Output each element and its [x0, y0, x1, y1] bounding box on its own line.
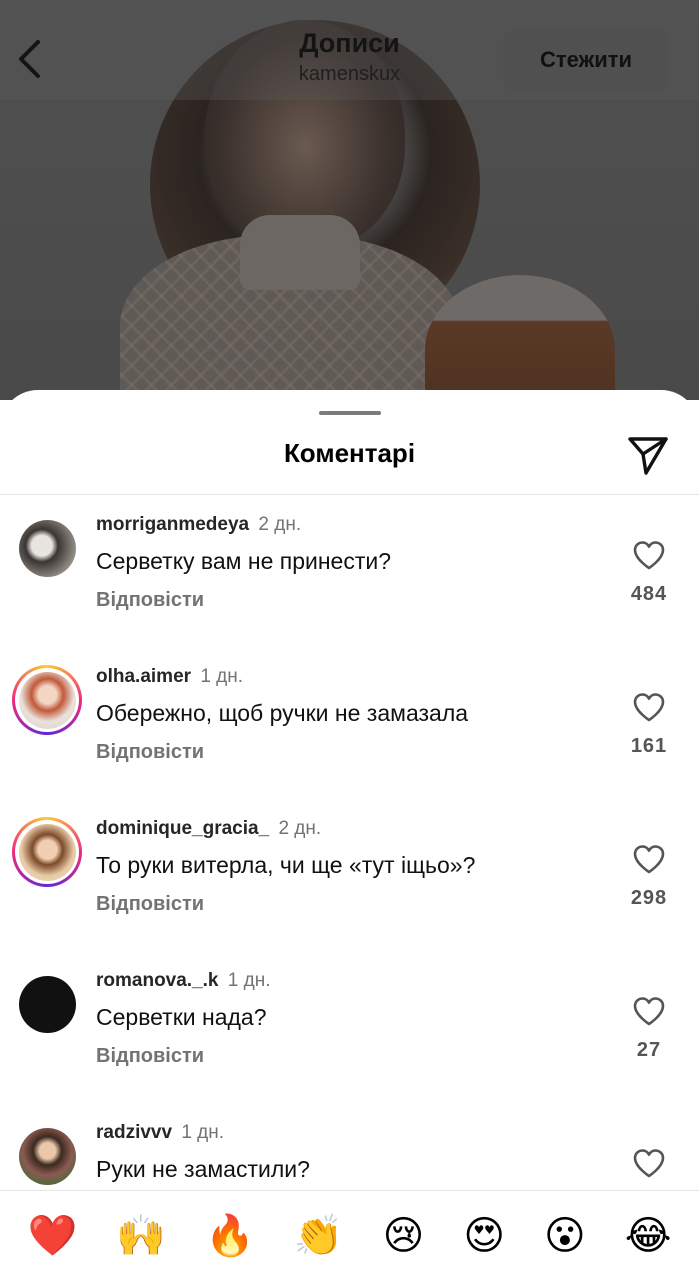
avatar-image: [18, 519, 76, 577]
avatar-image: [18, 823, 76, 881]
comment-meta: romanova._.k 1 дн.: [96, 969, 606, 993]
avatar[interactable]: [12, 969, 82, 1039]
comment-text: То руки витерла, чи ще «тут іщьо»?: [96, 852, 476, 878]
emoji-reaction-bar: ❤️ 🙌 🔥 👏 😢 😍 😮 😂: [0, 1190, 699, 1280]
comment-item: romanova._.k 1 дн. Серветки нада? Відпов…: [0, 951, 699, 1103]
fire-emoji[interactable]: 🔥: [205, 1216, 255, 1256]
comments-list: morriganmedeya 2 дн. Серветку вам не при…: [0, 495, 699, 1255]
comments-sheet: Коментарі morriganmedeya 2 дн. Серветку …: [0, 390, 699, 1280]
comment-body: olha.aimer 1 дн. Обережно, щоб ручки не …: [96, 665, 606, 764]
reply-button[interactable]: Відповісти: [96, 893, 606, 916]
heart-icon[interactable]: [632, 995, 666, 1027]
comment-text: Серветки нада?: [96, 1004, 267, 1030]
comment-item: dominique_gracia_ 2 дн. То руки витерла,…: [0, 799, 699, 951]
reply-button[interactable]: Відповісти: [96, 741, 606, 764]
comment-username[interactable]: morriganmedeya: [96, 514, 249, 535]
like-count: 161: [630, 735, 668, 757]
like-block: 484: [620, 539, 678, 606]
surprised-face-emoji[interactable]: 😮: [544, 1216, 586, 1256]
reply-button[interactable]: Відповісти: [96, 1045, 606, 1068]
like-block: 298: [620, 843, 678, 910]
avatar-story-ring[interactable]: [12, 817, 82, 887]
send-icon: [628, 437, 668, 475]
like-block: 161: [620, 691, 678, 758]
reply-button[interactable]: Відповісти: [96, 589, 606, 612]
comment-body: radzivvv 1 дн. Руки не замастили?: [96, 1121, 606, 1184]
photo-collar: [240, 215, 360, 290]
comment-item: olha.aimer 1 дн. Обережно, щоб ручки не …: [0, 647, 699, 799]
tears-of-joy-emoji[interactable]: 😂: [625, 1216, 672, 1256]
like-count: 298: [630, 887, 668, 909]
follow-button[interactable]: Стежити: [503, 29, 669, 91]
comment-body: romanova._.k 1 дн. Серветки нада? Відпов…: [96, 969, 606, 1068]
comment-time: 2 дн.: [278, 818, 322, 839]
heart-eyes-emoji[interactable]: 😍: [463, 1216, 505, 1256]
avatar-image: [18, 1127, 76, 1185]
raising-hands-emoji[interactable]: 🙌: [116, 1216, 166, 1256]
avatar-image: [18, 975, 76, 1033]
comment-username[interactable]: radzivvv: [96, 1122, 172, 1143]
sheet-header: Коментарі: [0, 390, 699, 495]
like-block: 27: [620, 995, 678, 1062]
drag-handle[interactable]: [319, 411, 381, 415]
like-count: 27: [636, 1039, 662, 1061]
photo-easter-cake: [425, 275, 615, 400]
comment-meta: olha.aimer 1 дн.: [96, 665, 606, 689]
avatar[interactable]: [12, 1121, 82, 1191]
heart-icon[interactable]: [632, 843, 666, 875]
comment-time: 1 дн.: [227, 970, 271, 991]
like-count: 484: [630, 583, 668, 605]
red-heart-emoji[interactable]: ❤️: [27, 1216, 77, 1256]
comment-username[interactable]: romanova._.k: [96, 970, 219, 991]
clapping-hands-emoji[interactable]: 👏: [294, 1216, 344, 1256]
comment-body: dominique_gracia_ 2 дн. То руки витерла,…: [96, 817, 606, 916]
comment-meta: radzivvv 1 дн.: [96, 1121, 606, 1145]
crying-face-emoji[interactable]: 😢: [383, 1216, 425, 1256]
comment-meta: morriganmedeya 2 дн.: [96, 513, 606, 537]
comment-username[interactable]: dominique_gracia_: [96, 818, 269, 839]
share-button[interactable]: [626, 433, 670, 477]
heart-icon[interactable]: [632, 691, 666, 723]
avatar-story-ring[interactable]: [12, 665, 82, 735]
heart-icon[interactable]: [632, 539, 666, 571]
comment-meta: dominique_gracia_ 2 дн.: [96, 817, 606, 841]
sheet-title: Коментарі: [283, 438, 416, 468]
avatar-image: [18, 671, 76, 729]
comment-time: 1 дн.: [200, 666, 244, 687]
top-bar: Дописи kamenskux Стежити: [0, 0, 699, 100]
like-block: [620, 1147, 678, 1179]
comment-body: morriganmedeya 2 дн. Серветку вам не при…: [96, 513, 606, 612]
avatar[interactable]: [12, 513, 82, 583]
comment-item: morriganmedeya 2 дн. Серветку вам не при…: [0, 495, 699, 647]
avatar-ring-gap: [15, 820, 79, 884]
avatar-ring-gap: [15, 668, 79, 732]
heart-icon[interactable]: [632, 1147, 666, 1179]
comment-text: Руки не замастили?: [96, 1156, 310, 1182]
comment-time: 1 дн.: [181, 1122, 225, 1143]
comment-text: Обережно, щоб ручки не замазала: [96, 700, 469, 726]
comment-text: Серветку вам не принести?: [96, 548, 392, 574]
comment-time: 2 дн.: [258, 514, 302, 535]
comment-username[interactable]: olha.aimer: [96, 666, 191, 687]
